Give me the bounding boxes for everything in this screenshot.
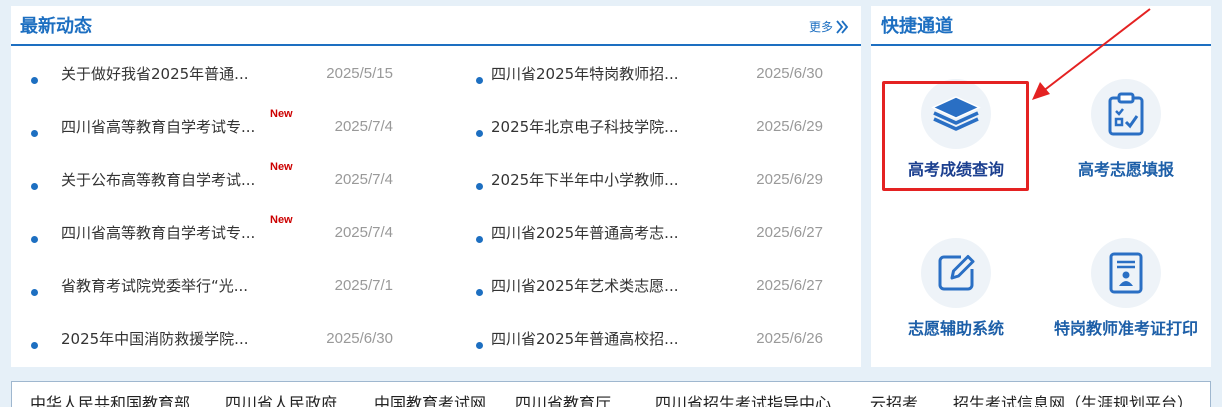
news-item[interactable]: 关于公布高等教育自学考试... New 2025/7/4 <box>11 152 431 205</box>
news-item[interactable]: 2025年下半年中小学教师... 2025/6/29 <box>441 152 861 205</box>
news-item[interactable]: 四川省高等教育自学考试专... New 2025/7/4 <box>11 99 431 152</box>
layers-icon <box>931 96 981 131</box>
edit-icon <box>938 255 975 291</box>
new-badge: New <box>270 214 293 226</box>
link-sichuan-education-dept[interactable]: 四川省教育厅 <box>515 393 611 407</box>
news-item-date: 2025/7/4 <box>334 224 393 241</box>
bullet-icon <box>476 342 483 349</box>
news-panel-title: 最新动态 <box>20 16 92 37</box>
quick-link-assist-system[interactable]: 志愿辅助系统 <box>871 238 1041 358</box>
news-item[interactable]: 四川省2025年艺术类志愿... 2025/6/27 <box>441 258 861 311</box>
news-item-title[interactable]: 四川省2025年普通高校招... <box>491 329 678 349</box>
id-card-icon <box>1109 252 1143 294</box>
news-list-left: 关于做好我省2025年普通... 2025/5/15 四川省高等教育自学考试专.… <box>11 46 431 364</box>
quick-panel-title: 快捷通道 <box>881 16 953 37</box>
link-sichuan-government[interactable]: 四川省人民政府 <box>225 393 337 407</box>
news-item[interactable]: 四川省2025年普通高校招... 2025/6/26 <box>441 311 861 364</box>
bullet-icon <box>476 130 483 137</box>
icon-circle <box>1091 238 1161 308</box>
news-item[interactable]: 四川省2025年特岗教师招... 2025/6/30 <box>441 46 861 99</box>
news-item-date: 2025/6/30 <box>326 330 393 347</box>
link-exam-info-network[interactable]: 招生考试信息网（生涯规划平台） <box>953 393 1193 407</box>
news-item-date: 2025/6/30 <box>756 65 823 82</box>
news-item-title[interactable]: 四川省2025年普通高考志... <box>491 223 678 243</box>
link-admission-guidance-center[interactable]: 四川省招生考试指导中心 <box>655 393 831 407</box>
icon-circle <box>921 79 991 149</box>
news-item-date: 2025/6/27 <box>756 224 823 241</box>
news-item-title[interactable]: 关于做好我省2025年普通... <box>61 64 248 84</box>
quick-link-volunteer-fill[interactable]: 高考志愿填报 <box>1041 79 1211 199</box>
news-item-title[interactable]: 2025年中国消防救援学院... <box>61 329 248 349</box>
news-item-title[interactable]: 关于公布高等教育自学考试... <box>61 170 255 190</box>
link-yun-zhaokao[interactable]: 云招考 <box>870 393 918 407</box>
quick-link-label: 高考志愿填报 <box>1077 160 1174 179</box>
link-moe[interactable]: 中华人民共和国教育部 <box>30 393 190 407</box>
news-item-title[interactable]: 四川省2025年艺术类志愿... <box>491 276 678 296</box>
news-item-title[interactable]: 省教育考试院党委举行“光... <box>61 276 248 296</box>
news-item-title[interactable]: 2025年北京电子科技学院... <box>491 117 678 137</box>
clipboard-check-icon <box>1108 92 1144 136</box>
bullet-icon <box>31 130 38 137</box>
news-item-date: 2025/5/15 <box>326 65 393 82</box>
bullet-icon <box>31 236 38 243</box>
news-item-title[interactable]: 2025年下半年中小学教师... <box>491 170 678 190</box>
bullet-icon <box>476 183 483 190</box>
double-chevron-right-icon <box>836 20 848 34</box>
news-item-date: 2025/7/4 <box>334 171 393 188</box>
bullet-icon <box>476 77 483 84</box>
news-item-date: 2025/6/29 <box>756 118 823 135</box>
quick-link-label: 志愿辅助系统 <box>907 319 1004 338</box>
news-item-date: 2025/6/29 <box>756 171 823 188</box>
bullet-icon <box>476 289 483 296</box>
news-item[interactable]: 2025年中国消防救援学院... 2025/6/30 <box>11 311 431 364</box>
more-link-label: 更多 <box>808 20 833 34</box>
news-item[interactable]: 四川省2025年普通高考志... 2025/6/27 <box>441 205 861 258</box>
news-item-title[interactable]: 四川省2025年特岗教师招... <box>491 64 678 84</box>
news-item[interactable]: 2025年北京电子科技学院... 2025/6/29 <box>441 99 861 152</box>
friendly-links-bar: 中华人民共和国教育部 四川省人民政府 中国教育考试网 四川省教育厅 四川省招生考… <box>11 381 1211 407</box>
news-item[interactable]: 四川省高等教育自学考试专... New 2025/7/4 <box>11 205 431 258</box>
quick-panel-header: 快捷通道 <box>871 6 1211 46</box>
link-china-exam-network[interactable]: 中国教育考试网 <box>374 393 486 407</box>
icon-circle <box>921 238 991 308</box>
new-badge: New <box>270 108 293 120</box>
news-item[interactable]: 省教育考试院党委举行“光... 2025/7/1 <box>11 258 431 311</box>
bullet-icon <box>31 183 38 190</box>
bullet-icon <box>476 236 483 243</box>
news-item-date: 2025/7/4 <box>334 118 393 135</box>
more-link[interactable]: 更多 <box>809 17 848 37</box>
quick-link-score-query[interactable]: 高考成绩查询 <box>871 79 1041 199</box>
news-panel: 最新动态 更多 关于做好我省2025年普通... 2025/5/15 四川省高等… <box>11 6 861 367</box>
quick-access-panel: 快捷通道 高考成绩查询 高考志愿填报 志愿辅助系统 特岗教师准考证打印 <box>871 6 1211 367</box>
bullet-icon <box>31 77 38 84</box>
news-item-date: 2025/7/1 <box>334 277 393 294</box>
news-panel-header: 最新动态 更多 <box>11 6 861 46</box>
news-item-date: 2025/6/26 <box>756 330 823 347</box>
new-badge: New <box>270 161 293 173</box>
news-item-title[interactable]: 四川省高等教育自学考试专... <box>61 223 255 243</box>
news-item[interactable]: 关于做好我省2025年普通... 2025/5/15 <box>11 46 431 99</box>
icon-circle <box>1091 79 1161 149</box>
quick-link-label: 高考成绩查询 <box>907 160 1004 179</box>
bullet-icon <box>31 289 38 296</box>
bullet-icon <box>31 342 38 349</box>
news-item-title[interactable]: 四川省高等教育自学考试专... <box>61 117 255 137</box>
news-item-date: 2025/6/27 <box>756 277 823 294</box>
quick-link-admission-ticket-print[interactable]: 特岗教师准考证打印 <box>1041 238 1211 358</box>
quick-link-label: 特岗教师准考证打印 <box>1053 319 1198 338</box>
news-list-right: 四川省2025年特岗教师招... 2025/6/30 2025年北京电子科技学院… <box>441 46 861 364</box>
